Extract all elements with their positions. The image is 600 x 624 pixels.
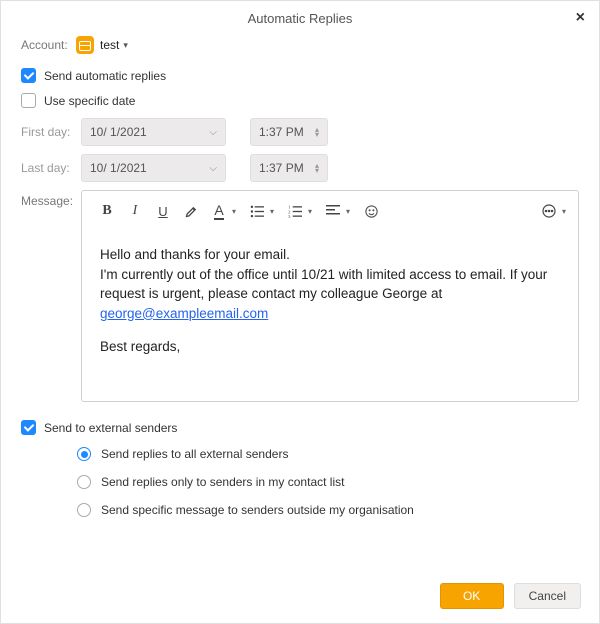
external-row[interactable]: Send to external senders (21, 420, 579, 435)
first-day-time-value: 1:37 PM (259, 125, 304, 139)
send-auto-row[interactable]: Send automatic replies (21, 68, 579, 83)
external-label: Send to external senders (44, 421, 177, 435)
chevron-down-icon[interactable]: ▾ (346, 207, 350, 216)
first-day-time[interactable]: 1:37 PM ▴▾ (250, 118, 328, 146)
bullet-list-button[interactable] (244, 199, 270, 223)
radio-button[interactable] (77, 447, 91, 461)
mail-icon (76, 36, 94, 54)
italic-button[interactable]: I (122, 199, 148, 223)
first-day-date[interactable]: 10/ 1/2021 ⌵ (81, 118, 226, 146)
last-day-date-value: 10/ 1/2021 (90, 161, 147, 175)
last-day-label: Last day: (21, 161, 81, 175)
first-day-label: First day: (21, 125, 81, 139)
time-spinner[interactable]: ▴▾ (315, 127, 319, 137)
automatic-replies-dialog: Automatic Replies × Account: test ▾ Send… (0, 0, 600, 624)
account-label: Account: (21, 38, 76, 52)
ok-button[interactable]: OK (440, 583, 504, 609)
radio-option-contacts[interactable]: Send replies only to senders in my conta… (77, 475, 579, 489)
message-line: I'm currently out of the office until 10… (100, 265, 560, 324)
close-icon[interactable]: × (576, 9, 585, 27)
use-date-label: Use specific date (44, 94, 135, 108)
chevron-down-icon[interactable]: ⌵ (209, 127, 217, 138)
send-auto-label: Send automatic replies (44, 69, 166, 83)
dialog-title: Automatic Replies (248, 11, 353, 26)
message-editor: B I U A ▾ ▾ 123 ▾ (81, 190, 579, 402)
last-day-row: Last day: 10/ 1/2021 ⌵ 1:37 PM ▴▾ (21, 154, 579, 182)
radio-option-all[interactable]: Send replies to all external senders (77, 447, 579, 461)
radio-label: Send replies only to senders in my conta… (101, 475, 344, 489)
dialog-footer: OK Cancel (440, 583, 581, 609)
message-label: Message: (21, 190, 81, 208)
radio-option-outside[interactable]: Send specific message to senders outside… (77, 503, 579, 517)
last-day-time[interactable]: 1:37 PM ▴▾ (250, 154, 328, 182)
chevron-down-icon[interactable]: ▾ (232, 207, 236, 216)
radio-button[interactable] (77, 503, 91, 517)
message-textarea[interactable]: Hello and thanks for your email. I'm cur… (82, 231, 578, 401)
message-line: Hello and thanks for your email. (100, 245, 560, 265)
editor-toolbar: B I U A ▾ ▾ 123 ▾ (82, 191, 578, 231)
chevron-down-icon[interactable]: ▾ (562, 207, 566, 216)
message-line: Best regards, (100, 337, 560, 357)
radio-button[interactable] (77, 475, 91, 489)
account-row: Account: test ▾ (21, 36, 579, 54)
chevron-down-icon[interactable]: ▾ (270, 207, 274, 216)
time-spinner[interactable]: ▴▾ (315, 163, 319, 173)
email-link[interactable]: george@exampleemail.com (100, 306, 268, 321)
external-section: Send to external senders Send replies to… (21, 420, 579, 517)
number-list-button[interactable]: 123 (282, 199, 308, 223)
use-date-checkbox[interactable] (21, 93, 36, 108)
emoji-button[interactable] (358, 199, 384, 223)
radio-label: Send specific message to senders outside… (101, 503, 414, 517)
cancel-button[interactable]: Cancel (514, 583, 581, 609)
align-button[interactable] (320, 199, 346, 223)
underline-button[interactable]: U (150, 199, 176, 223)
chevron-down-icon[interactable]: ▾ (123, 40, 128, 51)
send-auto-checkbox[interactable] (21, 68, 36, 83)
last-day-date[interactable]: 10/ 1/2021 ⌵ (81, 154, 226, 182)
message-row: Message: B I U A ▾ ▾ 123 (21, 190, 579, 402)
external-radio-group: Send replies to all external senders Sen… (77, 447, 579, 517)
bold-button[interactable]: B (94, 199, 120, 223)
account-name: test (100, 38, 119, 52)
chevron-down-icon[interactable]: ⌵ (209, 163, 217, 174)
more-button[interactable] (536, 199, 562, 223)
highlight-button[interactable] (178, 199, 204, 223)
chevron-down-icon[interactable]: ▾ (308, 207, 312, 216)
external-checkbox[interactable] (21, 420, 36, 435)
last-day-time-value: 1:37 PM (259, 161, 304, 175)
first-day-date-value: 10/ 1/2021 (90, 125, 147, 139)
font-color-button[interactable]: A (206, 199, 232, 223)
svg-text:3: 3 (288, 215, 291, 218)
radio-label: Send replies to all external senders (101, 447, 288, 461)
first-day-row: First day: 10/ 1/2021 ⌵ 1:37 PM ▴▾ (21, 118, 579, 146)
titlebar: Automatic Replies × (1, 1, 599, 32)
use-date-row[interactable]: Use specific date (21, 93, 579, 108)
